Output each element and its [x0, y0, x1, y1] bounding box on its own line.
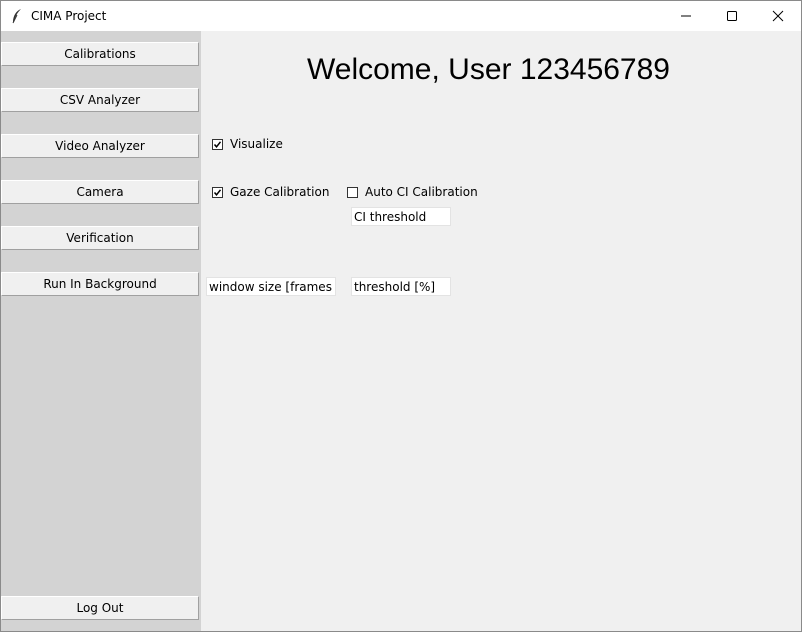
auto-ci-calibration-label: Auto CI Calibration — [365, 185, 478, 199]
window-title: CIMA Project — [31, 9, 107, 23]
minimize-button[interactable] — [663, 1, 709, 31]
auto-ci-calibration-checkbox[interactable] — [347, 186, 358, 198]
video-analyzer-button[interactable]: Video Analyzer — [1, 134, 199, 158]
run-in-background-button[interactable]: Run In Background — [1, 272, 199, 296]
gaze-calibration-checkbox[interactable] — [212, 186, 223, 198]
checkmark-icon — [213, 140, 222, 148]
gaze-calibration-label: Gaze Calibration — [230, 185, 330, 199]
close-button[interactable] — [755, 1, 801, 31]
gaze-calibration-checkbox-row[interactable]: Gaze Calibration — [212, 185, 329, 199]
minimize-icon — [681, 15, 691, 17]
ci-threshold-input[interactable] — [351, 207, 451, 226]
auto-ci-calibration-checkbox-row[interactable]: Auto CI Calibration — [347, 185, 478, 199]
close-icon — [772, 10, 784, 22]
visualize-label: Visualize — [230, 137, 283, 151]
welcome-heading: Welcome, User 123456789 — [307, 53, 670, 86]
visualize-checkbox[interactable] — [212, 138, 223, 150]
threshold-input[interactable] — [351, 277, 451, 296]
maximize-button[interactable] — [709, 1, 755, 31]
verification-button[interactable]: Verification — [1, 226, 199, 250]
feather-icon — [11, 8, 23, 24]
calibrations-button[interactable]: Calibrations — [1, 42, 199, 66]
app-window: CIMA Project Calibrations CSV Analyzer V… — [0, 0, 802, 632]
window-size-input[interactable] — [206, 277, 336, 296]
camera-button[interactable]: Camera — [1, 180, 199, 204]
csv-analyzer-button[interactable]: CSV Analyzer — [1, 88, 199, 112]
title-bar[interactable]: CIMA Project — [1, 1, 801, 31]
visualize-checkbox-row[interactable]: Visualize — [212, 137, 283, 151]
checkmark-icon — [213, 188, 222, 196]
maximize-icon — [727, 11, 737, 21]
log-out-button[interactable]: Log Out — [1, 596, 199, 620]
sidebar: Calibrations CSV Analyzer Video Analyzer… — [1, 31, 201, 631]
